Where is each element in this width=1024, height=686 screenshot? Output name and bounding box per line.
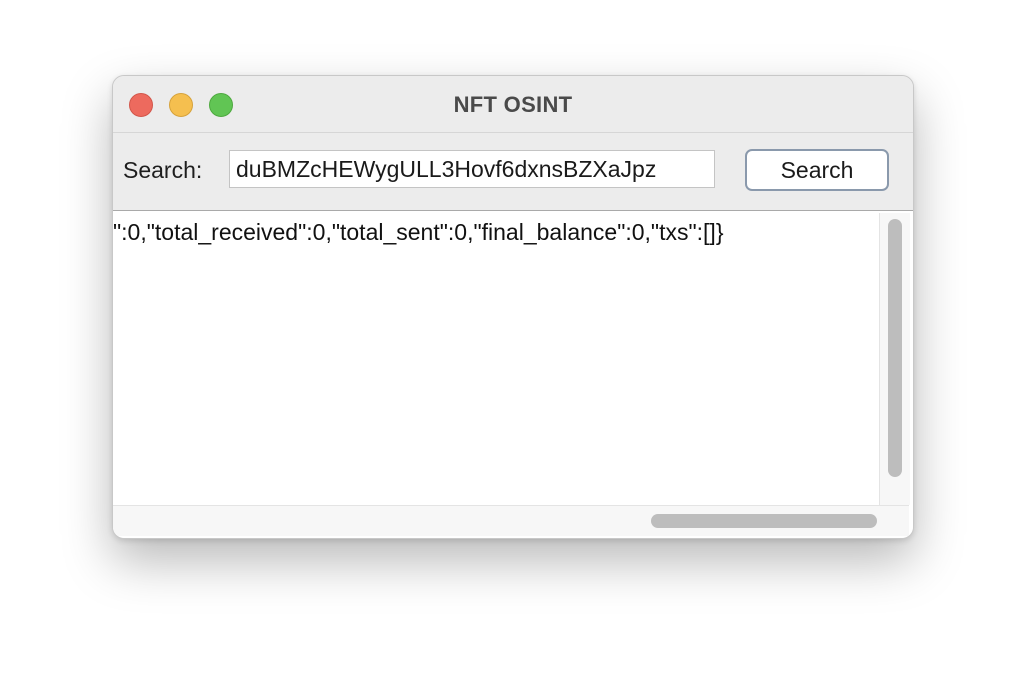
results-text: ":0,"total_received":0,"total_sent":0,"f… xyxy=(113,219,877,246)
vertical-scrollbar-thumb[interactable] xyxy=(888,219,902,477)
title-bar: NFT OSINT xyxy=(113,76,913,133)
results-area[interactable]: ":0,"total_received":0,"total_sent":0,"f… xyxy=(113,210,913,538)
app-window: NFT OSINT Search: Search ":0,"total_rece… xyxy=(112,75,914,539)
search-toolbar: Search: Search xyxy=(113,133,913,210)
vertical-scrollbar[interactable] xyxy=(879,213,910,505)
window-title: NFT OSINT xyxy=(453,92,573,117)
search-input[interactable] xyxy=(229,150,715,188)
horizontal-scrollbar[interactable] xyxy=(113,505,909,536)
horizontal-scrollbar-thumb[interactable] xyxy=(651,514,877,528)
search-label: Search: xyxy=(123,157,203,183)
search-button[interactable]: Search xyxy=(745,149,889,191)
results-text-content: ":0,"total_received":0,"total_sent":0,"f… xyxy=(113,219,724,245)
